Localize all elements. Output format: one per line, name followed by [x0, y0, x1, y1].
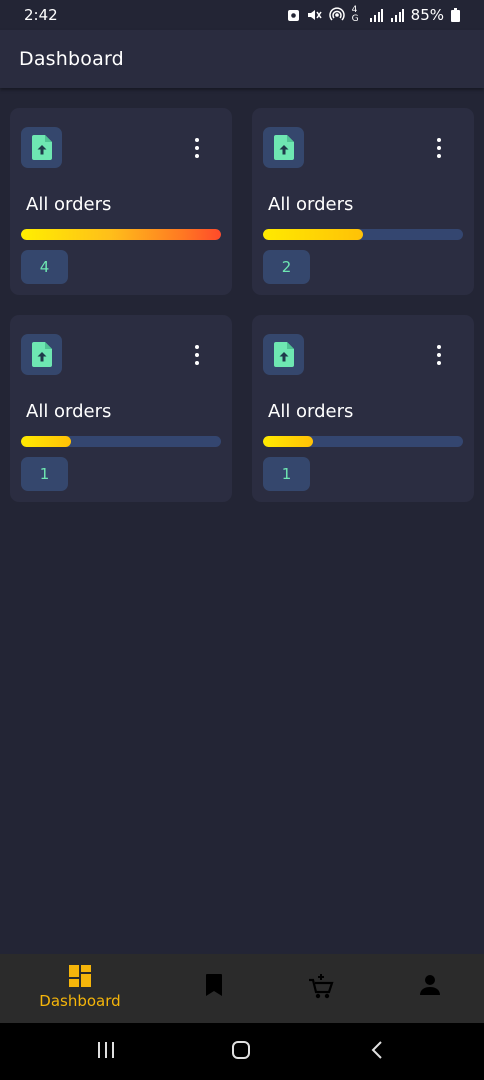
signal-icon: [369, 8, 383, 22]
dashboard-icon: [69, 965, 91, 987]
count-badge: 4: [21, 250, 68, 284]
person-icon: [420, 975, 440, 995]
more-options-icon[interactable]: [434, 345, 444, 365]
orders-card-grid: All orders 4 All orders 2 All orders 1 A…: [10, 108, 474, 502]
network-type: 4G: [351, 5, 359, 24]
signal-icon-2: [390, 8, 404, 22]
progress-bar: [263, 229, 463, 240]
orders-card[interactable]: All orders 1: [252, 315, 474, 502]
more-options-icon[interactable]: [434, 138, 444, 158]
count-badge: 1: [263, 457, 310, 491]
back-icon[interactable]: [368, 1040, 388, 1060]
cart-add-icon: [309, 974, 334, 999]
more-options-icon[interactable]: [192, 345, 202, 365]
progress-fill: [263, 229, 363, 240]
status-icons: 4G 85%: [287, 6, 460, 24]
nav-item-dashboard[interactable]: Dashboard: [28, 954, 132, 1023]
bottom-nav: Dashboard: [0, 954, 484, 1023]
progress-bar: [263, 436, 463, 447]
orders-card[interactable]: All orders 2: [252, 108, 474, 295]
hotspot-icon: [328, 7, 345, 21]
file-upload-icon: [263, 334, 304, 375]
card-title: All orders: [26, 194, 112, 215]
recent-apps-icon[interactable]: [96, 1040, 116, 1060]
lock-app-icon: [287, 10, 299, 21]
count-badge: 1: [21, 457, 68, 491]
orders-card[interactable]: All orders 1: [10, 315, 232, 502]
count-badge: 2: [263, 250, 310, 284]
nav-item-cart[interactable]: [305, 954, 337, 1023]
file-upload-icon: [21, 334, 62, 375]
nav-item-bookmarks[interactable]: [198, 954, 230, 1023]
card-title: All orders: [268, 194, 354, 215]
status-time: 2:42: [24, 6, 58, 24]
battery-percent: 85%: [410, 6, 444, 24]
progress-bar: [21, 436, 221, 447]
orders-card[interactable]: All orders 4: [10, 108, 232, 295]
card-title: All orders: [268, 401, 354, 422]
nav-label-dashboard: Dashboard: [39, 992, 121, 1010]
home-icon[interactable]: [231, 1040, 251, 1060]
app-bar: Dashboard: [0, 30, 484, 88]
bookmark-icon: [206, 974, 222, 996]
progress-fill: [21, 436, 71, 447]
page-title: Dashboard: [19, 48, 124, 70]
more-options-icon[interactable]: [192, 138, 202, 158]
progress-fill: [263, 436, 313, 447]
card-title: All orders: [26, 401, 112, 422]
progress-fill: [21, 229, 221, 240]
battery-icon: [451, 8, 460, 22]
nav-item-profile[interactable]: [414, 954, 446, 1023]
progress-bar: [21, 229, 221, 240]
status-bar: 2:42 4G 85%: [0, 0, 484, 30]
system-nav-bar: [0, 1023, 484, 1080]
file-upload-icon: [263, 127, 304, 168]
mute-icon: [307, 10, 322, 20]
file-upload-icon: [21, 127, 62, 168]
